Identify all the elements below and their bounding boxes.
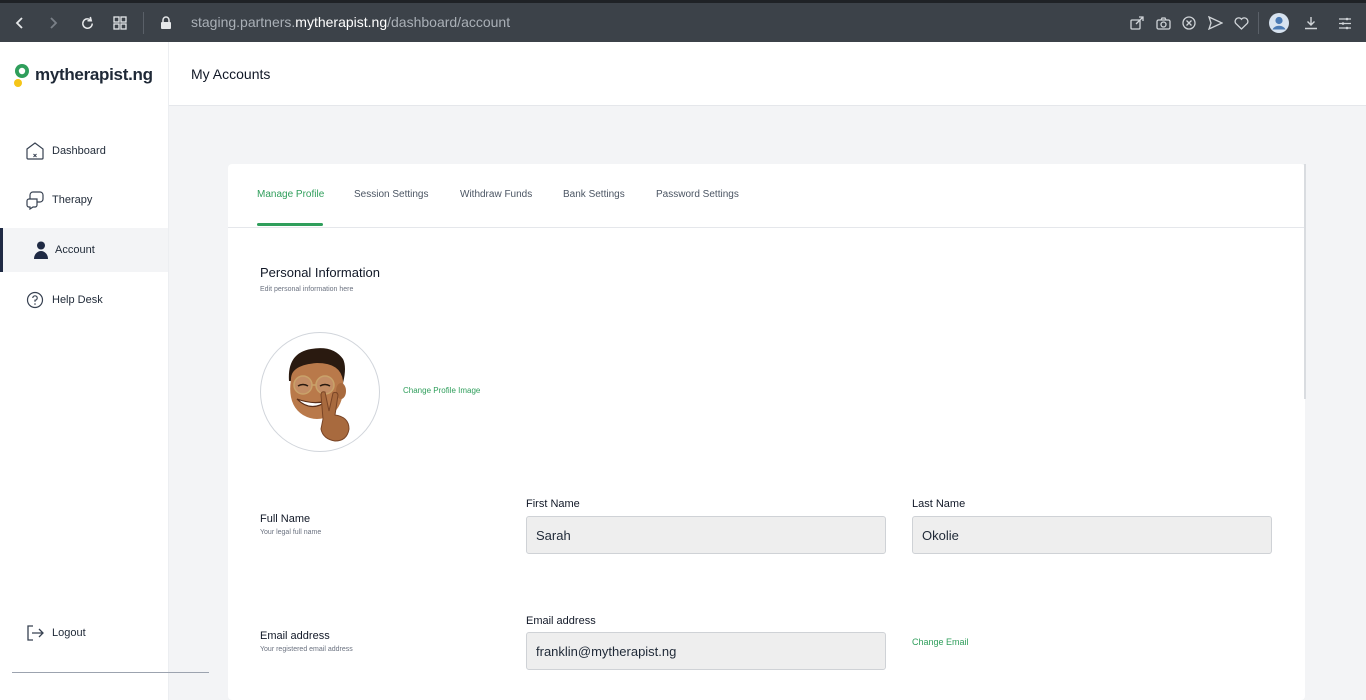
lock-icon[interactable] bbox=[156, 13, 176, 33]
first-name-label: First Name bbox=[526, 498, 580, 510]
active-tab-indicator bbox=[257, 223, 323, 226]
url-path: /dashboard/account bbox=[387, 14, 511, 30]
sidebar-item-label: Account bbox=[55, 244, 95, 256]
page-header: My Accounts bbox=[169, 42, 1366, 106]
sidebar: mytherapist.ng Dashboard Therapy Account… bbox=[0, 42, 209, 700]
forward-icon[interactable] bbox=[43, 13, 63, 33]
sidebar-item-label: Help Desk bbox=[52, 294, 103, 306]
back-icon[interactable] bbox=[10, 13, 30, 33]
help-icon bbox=[25, 290, 45, 310]
tab-bar: Manage Profile Session Settings Withdraw… bbox=[228, 164, 1305, 228]
chat-icon bbox=[25, 190, 45, 210]
card-scrollbar[interactable] bbox=[1304, 164, 1306, 399]
logo-icon bbox=[14, 64, 29, 87]
url-prefix: staging.partners. bbox=[191, 14, 296, 30]
tab-manage-profile[interactable]: Manage Profile bbox=[257, 189, 324, 200]
page-title: My Accounts bbox=[191, 66, 271, 82]
logo[interactable]: mytherapist.ng bbox=[13, 62, 153, 88]
first-name-field[interactable] bbox=[526, 516, 886, 554]
menu-icon[interactable] bbox=[1335, 13, 1355, 33]
tab-withdraw-funds[interactable]: Withdraw Funds bbox=[460, 189, 532, 200]
block-icon[interactable] bbox=[1179, 13, 1199, 33]
last-name-label: Last Name bbox=[912, 498, 966, 510]
logout-label: Logout bbox=[52, 627, 86, 639]
logout-icon bbox=[25, 623, 45, 643]
camera-icon[interactable] bbox=[1153, 13, 1173, 33]
sidebar-item-account[interactable]: Account bbox=[0, 228, 168, 272]
avatar-image bbox=[288, 348, 350, 442]
email-row-label: Email address bbox=[260, 630, 330, 642]
logo-text: mytherapist.ng bbox=[35, 65, 153, 84]
share-icon[interactable] bbox=[1127, 13, 1147, 33]
tab-password-settings[interactable]: Password Settings bbox=[656, 189, 739, 200]
address-bar[interactable]: staging.partners.mytherapist.ng/dashboar… bbox=[191, 14, 510, 30]
email-field[interactable] bbox=[526, 632, 886, 670]
send-icon[interactable] bbox=[1205, 13, 1225, 33]
full-name-sublabel: Your legal full name bbox=[260, 529, 322, 536]
profile-icon[interactable] bbox=[1268, 12, 1290, 34]
change-profile-image-link[interactable]: Change Profile Image bbox=[403, 386, 480, 395]
sidebar-item-therapy[interactable]: Therapy bbox=[0, 178, 168, 222]
browser-toolbar: staging.partners.mytherapist.ng/dashboar… bbox=[0, 0, 1366, 42]
full-name-label: Full Name bbox=[260, 513, 311, 525]
sidebar-item-dashboard[interactable]: Dashboard bbox=[0, 129, 168, 173]
reload-icon[interactable] bbox=[77, 13, 97, 33]
change-email-link[interactable]: Change Email bbox=[912, 637, 969, 647]
sidebar-divider bbox=[12, 672, 209, 673]
avatar[interactable] bbox=[260, 332, 380, 452]
email-field-label: Email address bbox=[526, 615, 596, 627]
account-card: Manage Profile Session Settings Withdraw… bbox=[228, 164, 1305, 700]
last-name-field[interactable] bbox=[912, 516, 1272, 554]
home-icon bbox=[25, 141, 45, 161]
heart-icon[interactable] bbox=[1231, 13, 1251, 33]
url-domain: mytherapist.ng bbox=[295, 14, 388, 30]
user-icon bbox=[31, 240, 51, 260]
sidebar-item-label: Therapy bbox=[52, 194, 93, 206]
tab-bank-settings[interactable]: Bank Settings bbox=[563, 189, 625, 200]
tabs-grid-icon[interactable] bbox=[110, 13, 130, 33]
sidebar-item-label: Dashboard bbox=[52, 145, 106, 157]
sidebar-item-help-desk[interactable]: Help Desk bbox=[0, 278, 168, 322]
tab-session-settings[interactable]: Session Settings bbox=[354, 189, 429, 200]
section-title: Personal Information bbox=[260, 265, 380, 280]
section-subtitle: Edit personal information here bbox=[260, 286, 354, 293]
download-icon[interactable] bbox=[1301, 13, 1321, 33]
logout-button[interactable]: Logout bbox=[0, 611, 168, 655]
email-row-sublabel: Your registered email address bbox=[260, 646, 353, 653]
